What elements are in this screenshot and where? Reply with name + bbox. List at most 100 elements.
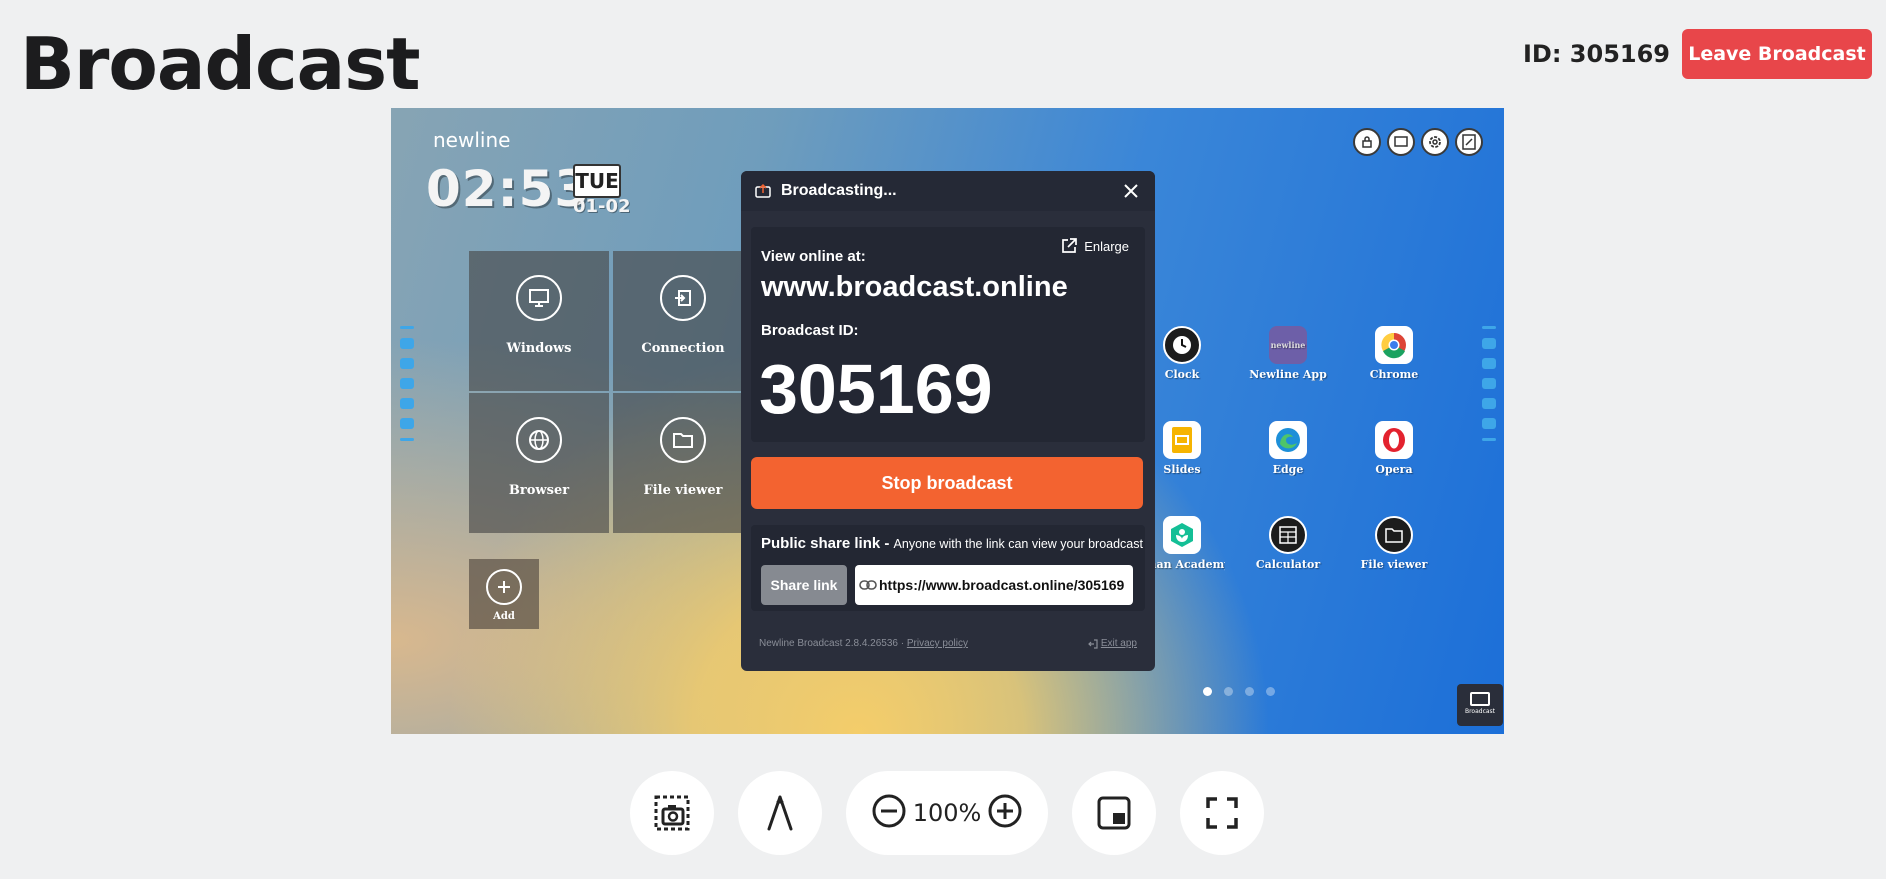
broadcast-id-value: 305169 [759, 350, 993, 428]
app-label: File viewer [1360, 558, 1428, 571]
tile-add[interactable]: Add [469, 559, 539, 629]
pen-icon[interactable] [1482, 358, 1496, 369]
clock-icon [1163, 326, 1201, 364]
back-icon[interactable] [400, 398, 414, 409]
share-link-text: https://www.broadcast.online/305169 [879, 577, 1125, 593]
tile-label: Connection [641, 341, 725, 356]
app-file-viewer[interactable]: File viewer [1351, 516, 1437, 571]
exit-app-label: Exit app [1100, 638, 1137, 649]
app-label: Edge [1272, 463, 1304, 476]
toolbar-handle-icon[interactable] [1482, 326, 1496, 329]
clock-time: 02:53 [426, 160, 591, 218]
back-icon[interactable] [1482, 398, 1496, 409]
version-text: Newline Broadcast 2.8.4.26536 · [759, 638, 907, 649]
exit-app-link[interactable]: Exit app [1088, 638, 1137, 649]
display-icon[interactable] [400, 418, 414, 429]
broadcast-icon [755, 184, 771, 198]
khan-academy-icon [1163, 516, 1201, 554]
fullscreen-icon [1206, 797, 1238, 829]
pen-icon [767, 795, 793, 831]
broadcast-icon [1470, 692, 1490, 706]
privacy-policy-link[interactable]: Privacy policy [907, 638, 968, 649]
tile-file-viewer[interactable]: File viewer [613, 393, 753, 533]
zoom-in-icon[interactable] [987, 793, 1023, 833]
close-icon[interactable] [1121, 181, 1141, 201]
broadcast-id-label: Broadcast ID: [761, 322, 859, 339]
toolbar-handle-icon[interactable] [400, 438, 414, 441]
page-indicator [1203, 687, 1275, 696]
calculator-icon [1269, 516, 1307, 554]
tile-label: Add [493, 611, 515, 622]
broadcast-id-header: ID: 305169 [1523, 40, 1670, 68]
screen-icon[interactable] [1387, 128, 1415, 156]
page-dot[interactable] [1203, 687, 1212, 696]
lock-icon[interactable] [1353, 128, 1381, 156]
leave-broadcast-button[interactable]: Leave Broadcast [1682, 29, 1872, 79]
app-chrome[interactable]: Chrome [1351, 326, 1437, 381]
zoom-out-icon[interactable] [871, 793, 907, 833]
app-label: Clock [1164, 368, 1200, 381]
screenshot-button[interactable] [630, 771, 714, 855]
picture-in-picture-button[interactable] [1072, 771, 1156, 855]
home-icon[interactable] [1482, 378, 1496, 389]
panel-title: Broadcasting... [781, 182, 897, 199]
gear-icon[interactable] [1421, 128, 1449, 156]
pc-icon [516, 275, 562, 321]
newline-app-icon: newline [1269, 326, 1307, 364]
globe-icon [516, 417, 562, 463]
annotate-button[interactable] [738, 771, 822, 855]
input-icon [660, 275, 706, 321]
share-subtitle: Anyone with the link can view your broad… [893, 537, 1143, 551]
tile-connection[interactable]: Connection [613, 251, 753, 391]
fullscreen-button[interactable] [1180, 771, 1264, 855]
page-title: Broadcast [20, 22, 421, 106]
display-icon[interactable] [1482, 418, 1496, 429]
toolbar-handle-icon[interactable] [400, 326, 414, 329]
app-calculator[interactable]: Calculator [1245, 516, 1331, 571]
tile-label: File viewer [643, 483, 723, 498]
app-label: Opera [1375, 463, 1413, 476]
share-link-field[interactable]: https://www.broadcast.online/305169 [855, 565, 1133, 605]
app-label: Slides [1163, 463, 1201, 476]
chat-icon[interactable] [1482, 338, 1496, 349]
stop-broadcast-button[interactable]: Stop broadcast [751, 457, 1143, 509]
pen-icon[interactable] [400, 358, 414, 369]
app-edge[interactable]: Edge [1245, 421, 1331, 476]
clock-day: TUE [573, 164, 621, 198]
link-icon [859, 579, 879, 591]
enlarge-button[interactable]: Enlarge [1060, 237, 1129, 255]
file-viewer-icon [1375, 516, 1413, 554]
folder-icon [660, 417, 706, 463]
mini-broadcast-button[interactable]: Broadcast [1457, 684, 1503, 726]
tile-windows[interactable]: Windows [469, 251, 609, 391]
tile-browser[interactable]: Browser [469, 393, 609, 533]
home-icon[interactable] [400, 378, 414, 389]
pip-icon [1097, 796, 1131, 830]
page-dot[interactable] [1245, 687, 1254, 696]
share-link-button[interactable]: Share link [761, 565, 847, 605]
broadcast-screen[interactable]: newline 02:53 TUE 01-02 Windows Connecti… [391, 108, 1504, 734]
plus-icon [486, 569, 522, 605]
panel-header: Broadcasting... [741, 171, 1155, 211]
annotate-icon[interactable] [1455, 128, 1483, 156]
newline-logo: newline [433, 128, 511, 152]
chrome-icon [1375, 326, 1413, 364]
zoom-level: 100% [912, 799, 982, 827]
page-dot[interactable] [1224, 687, 1233, 696]
share-title: Public share link - [761, 535, 894, 552]
zoom-control: 100% [846, 771, 1048, 855]
view-online-label: View online at: [761, 248, 866, 265]
app-opera[interactable]: Opera [1351, 421, 1437, 476]
toolbar-handle-icon[interactable] [1482, 438, 1496, 441]
chat-icon[interactable] [400, 338, 414, 349]
page-dot[interactable] [1266, 687, 1275, 696]
mini-broadcast-label: Broadcast [1464, 708, 1496, 715]
app-label: Chrome [1369, 368, 1419, 381]
external-link-icon [1062, 238, 1078, 253]
tile-label: Windows [506, 341, 572, 356]
app-newline[interactable]: newline Newline App [1245, 326, 1331, 381]
tile-label: Browser [508, 483, 570, 498]
app-label: Calculator [1255, 558, 1321, 571]
broadcast-panel: Broadcasting... Enlarge View online at: … [741, 171, 1155, 671]
clock-date: 01-02 [573, 196, 631, 217]
